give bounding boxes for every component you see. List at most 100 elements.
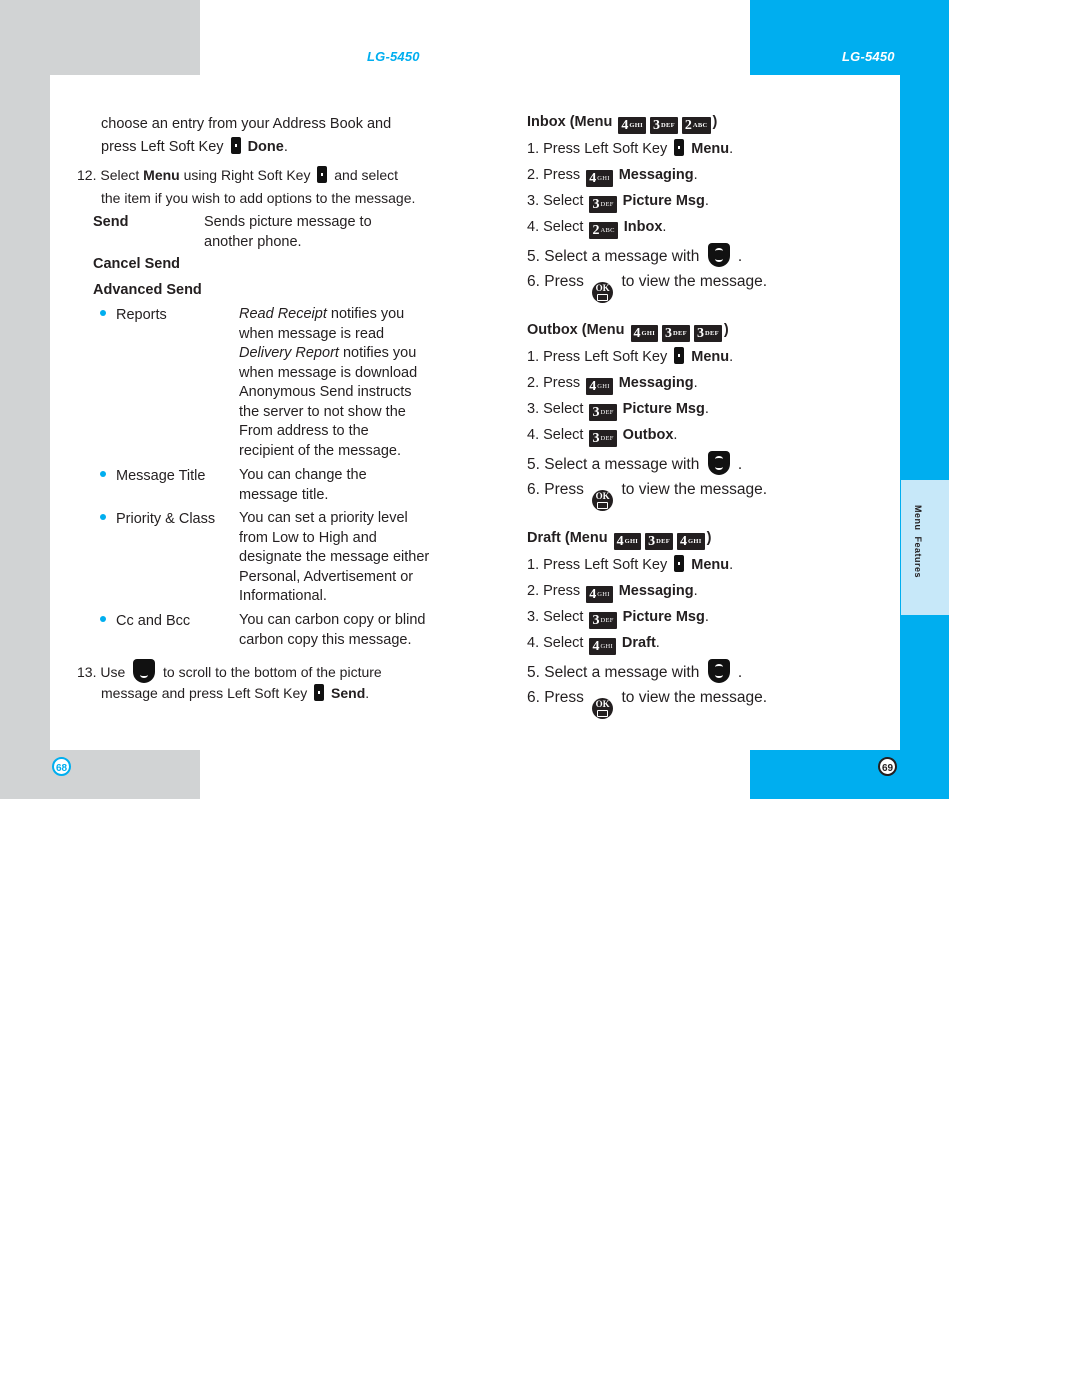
nav-down-arrow [714, 672, 723, 678]
step-post: . [655, 635, 660, 651]
key-4-ghi-icon: 4GHI [618, 117, 646, 134]
step-target: Menu [687, 141, 730, 157]
left-soft-key-icon [230, 137, 241, 154]
key-digit: 4 [589, 171, 597, 186]
adv-item-label: Cc and Bcc [116, 613, 191, 629]
step-post: . [693, 583, 698, 599]
key-digit: 2 [684, 118, 692, 133]
step-target: Menu [687, 557, 730, 573]
key-3-def-icon: 3DEF [589, 404, 617, 421]
step-6: 6. Press OK to view the message. [527, 272, 767, 303]
intro-line2: press Left Soft Key Done. [101, 137, 288, 157]
step-text: 4. Select [527, 635, 588, 651]
step-text: 2. Press [527, 375, 585, 391]
step-target: Messaging [614, 167, 694, 183]
step-post: . [733, 456, 743, 473]
step-text: 3. Select [527, 193, 588, 209]
step-3: 3. Select 3DEF Picture Msg. [527, 607, 709, 629]
adv-item-desc: You can change the message title. [239, 466, 367, 505]
left-soft-key-icon [674, 139, 685, 156]
adv-item-label: Reports [116, 307, 167, 323]
key-letters: GHI [688, 538, 702, 545]
section-title-close: ) [723, 322, 729, 338]
step12-line1: 12. Select Menu using Right Soft Key and… [77, 165, 398, 185]
step-text: 1. Press Left Soft Key [527, 141, 672, 157]
step12-line2: the item if you wish to add options to t… [101, 190, 416, 206]
step12-end: and select [334, 167, 399, 183]
step-post: . [673, 427, 678, 443]
key-digit: 3 [648, 534, 656, 549]
bullet-icon [100, 616, 106, 622]
step-text: 2. Press [527, 583, 585, 599]
desc-line: Informational. [239, 588, 327, 604]
key-letters: DEF [660, 122, 675, 129]
nav-down-arrow [714, 256, 723, 262]
key-2-abc-icon: 2ABC [589, 222, 618, 239]
side-tab [901, 480, 949, 615]
left-frame-side [0, 0, 50, 799]
step-4: 4. Select 3DEF Outbox. [527, 425, 677, 447]
key-letters: DEF [656, 538, 671, 545]
step-1: 1. Press Left Soft Key Menu. [527, 555, 733, 575]
step-5: 5. Select a message with . [527, 659, 742, 683]
key-digit: 4 [592, 639, 600, 654]
key-letters: ABC [600, 227, 615, 234]
intro-period: . [283, 139, 288, 155]
desc-line: Delivery Report notifies you [239, 344, 417, 364]
key-letters: DEF [600, 201, 614, 208]
key-letters: ABC [692, 122, 708, 129]
section-title-close: ) [706, 530, 712, 546]
ok-key-icon: OK [592, 282, 614, 303]
key-digit: 4 [616, 534, 624, 549]
desc-line: from Low to High and [239, 529, 377, 546]
key-3-def-icon: 3DEF [589, 196, 617, 213]
step-5: 5. Select a message with . [527, 243, 742, 267]
step-target: Draft [617, 635, 656, 651]
step-post: . [693, 375, 698, 391]
step-post: . [693, 167, 698, 183]
step-target: Picture Msg [618, 609, 705, 625]
desc-line: From address to the [239, 423, 369, 439]
desc-line: Personal, Advertisement or [239, 568, 414, 585]
camera-glyph [597, 710, 609, 717]
adv-item-desc: You can carbon copy or blind carbon copy… [239, 611, 425, 650]
key-3-def-icon: 3DEF [649, 117, 678, 134]
option-cancel-send: Cancel Send [93, 256, 181, 272]
step-post: to view the message. [617, 689, 768, 706]
adv-item-priority-class: Priority & Class [100, 509, 215, 529]
step12-menu: Menu [143, 167, 180, 183]
left-soft-key-icon [674, 555, 685, 572]
key-digit: 3 [592, 431, 600, 446]
key-4-ghi-icon: 4GHI [586, 586, 613, 603]
section-title: Inbox (Menu 4GHI 3DEF 2ABC) [527, 112, 717, 134]
key-3-def-icon: 3DEF [693, 325, 722, 342]
step-text: 3. Select [527, 401, 588, 417]
step13-line1: 13. Use to scroll to the bottom of the p… [77, 659, 382, 683]
desc-line: Anonymous Send instructs [239, 384, 412, 400]
key-letters: GHI [600, 643, 613, 650]
right-page-number: 69 [878, 757, 897, 776]
step12-mid: using Right Soft Key [183, 167, 311, 183]
right-soft-key-icon [317, 166, 328, 183]
step-text: 4. Select [527, 427, 588, 443]
desc-line: when message is download [239, 364, 418, 381]
nav-key-up-down-icon [707, 243, 730, 267]
step-target: Picture Msg [618, 401, 705, 417]
key-4-ghi-icon: 4GHI [613, 533, 642, 550]
key-3-def-icon: 3DEF [645, 533, 674, 550]
desc-line: the server to not show the [239, 403, 406, 420]
key-digit: 3 [592, 197, 600, 212]
key-4-ghi-icon: 4GHI [589, 638, 616, 655]
step13-period: . [365, 685, 370, 701]
camera-glyph [597, 294, 609, 301]
bullet-icon [100, 471, 106, 477]
bullet-icon [100, 310, 106, 316]
key-digit: 4 [621, 118, 629, 133]
key-4-ghi-icon: 4GHI [586, 170, 613, 187]
ok-key-icon: OK [592, 490, 614, 511]
step12-num: 12. Select [77, 167, 140, 183]
key-digit: 3 [665, 326, 673, 341]
step-target: Outbox [618, 427, 674, 443]
key-3-def-icon: 3DEF [589, 612, 617, 629]
desc-line: carbon copy this message. [239, 631, 412, 648]
